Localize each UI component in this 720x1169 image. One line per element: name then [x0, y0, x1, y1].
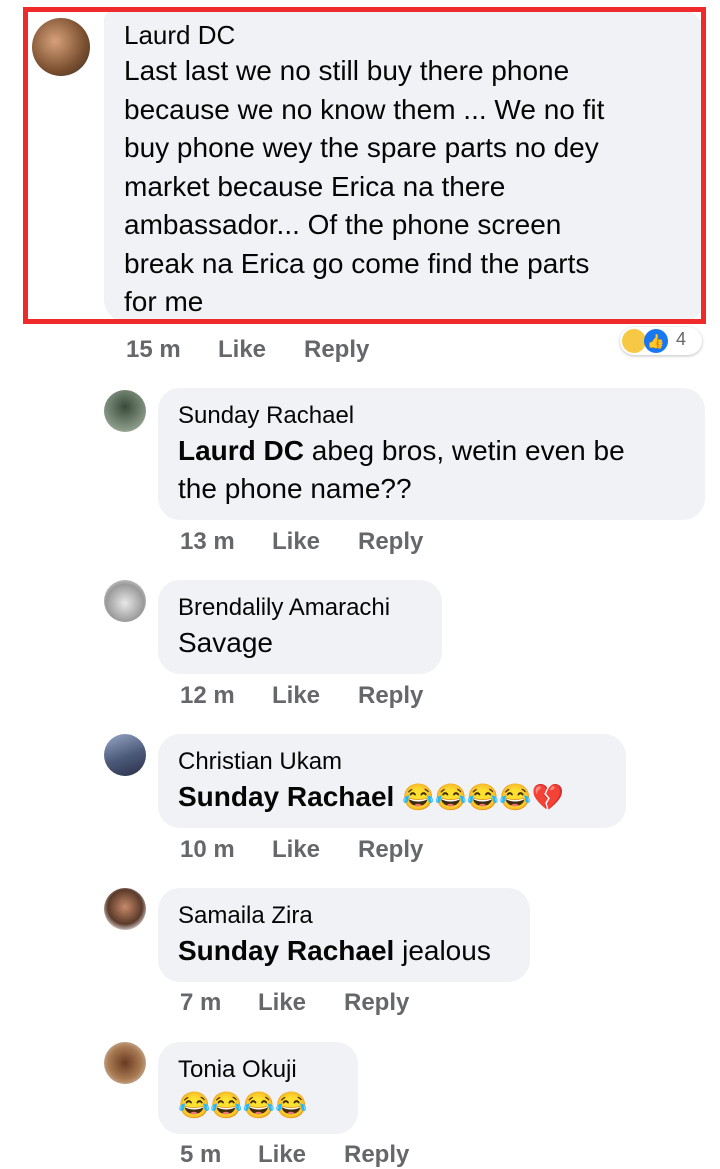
reply-button[interactable]: Reply — [344, 1141, 409, 1169]
comment-meta: 12 m Like Reply — [180, 682, 423, 710]
like-button[interactable]: Like — [258, 1141, 344, 1169]
avatar-brendalily-amarachi[interactable] — [104, 580, 146, 622]
like-button[interactable]: Like — [272, 528, 358, 556]
avatar-samaila-zira[interactable] — [104, 888, 146, 930]
timestamp: 15 m — [126, 336, 181, 363]
comment-author[interactable]: Sunday Rachael — [178, 400, 685, 432]
comment-author[interactable]: Tonia Okuji — [178, 1054, 338, 1086]
comment-text-line: Sunday Rachael 😂😂😂😂💔 — [178, 778, 606, 816]
avatar-christian-ukam[interactable] — [104, 734, 146, 776]
haha-reaction-icon — [622, 329, 646, 353]
comment-meta: 15 m Like Reply — [126, 336, 369, 364]
mention-link[interactable]: Sunday Rachael — [178, 935, 394, 966]
comment-text-line: Laurd DC abeg bros, wetin even be — [178, 432, 685, 470]
comment-text: abeg bros, wetin even be — [304, 435, 625, 466]
comment-author[interactable]: Christian Ukam — [178, 746, 606, 778]
avatar-sunday-rachael[interactable] — [104, 390, 146, 432]
like-button[interactable]: Like — [258, 989, 344, 1017]
reply-button[interactable]: Reply — [344, 989, 409, 1017]
reply-button[interactable]: Reply — [358, 836, 423, 864]
comment-bubble-christian-ukam: Christian Ukam Sunday Rachael 😂😂😂😂💔 — [158, 734, 626, 828]
comment-meta: 10 m Like Reply — [180, 836, 423, 864]
highlight-box — [23, 7, 706, 324]
emoji-text: 😂😂😂😂💔 — [402, 782, 564, 812]
comment-bubble-samaila-zira: Samaila Zira Sunday Rachael jealous — [158, 888, 530, 982]
timestamp: 5 m — [180, 1141, 222, 1168]
timestamp: 7 m — [180, 989, 222, 1016]
reply-button[interactable]: Reply — [358, 528, 423, 556]
comment-text-line: Sunday Rachael jealous — [178, 932, 510, 970]
mention-link[interactable]: Sunday Rachael — [178, 781, 394, 812]
comment-author[interactable]: Brendalily Amarachi — [178, 592, 422, 624]
timestamp: 12 m — [180, 682, 235, 709]
mention-link[interactable]: Laurd DC — [178, 435, 304, 466]
comment-author[interactable]: Samaila Zira — [178, 900, 510, 932]
reaction-summary[interactable]: 👍 4 — [620, 327, 702, 355]
comment-bubble-brendalily-amarachi: Brendalily Amarachi Savage — [158, 580, 442, 674]
avatar-tonia-okuji[interactable] — [104, 1042, 146, 1084]
like-button[interactable]: Like — [272, 682, 358, 710]
comment-text-line: the phone name?? — [178, 473, 412, 504]
reply-button[interactable]: Reply — [358, 682, 423, 710]
comment-meta: 5 m Like Reply — [180, 1141, 409, 1169]
emoji-text: 😂😂😂😂 — [178, 1090, 308, 1120]
comment-bubble-tonia-okuji: Tonia Okuji 😂😂😂😂 — [158, 1042, 358, 1134]
comment-meta: 7 m Like Reply — [180, 989, 409, 1017]
like-reaction-icon: 👍 — [644, 329, 668, 353]
comment-bubble-sunday-rachael: Sunday Rachael Laurd DC abeg bros, wetin… — [158, 388, 705, 520]
like-button[interactable]: Like — [218, 336, 304, 364]
comment-meta: 13 m Like Reply — [180, 528, 423, 556]
comment-text: Savage — [178, 627, 273, 658]
timestamp: 10 m — [180, 836, 235, 863]
comment-text: jealous — [394, 935, 491, 966]
like-button[interactable]: Like — [272, 836, 358, 864]
reply-button[interactable]: Reply — [304, 336, 369, 364]
reaction-count: 4 — [676, 329, 687, 349]
timestamp: 13 m — [180, 528, 235, 555]
